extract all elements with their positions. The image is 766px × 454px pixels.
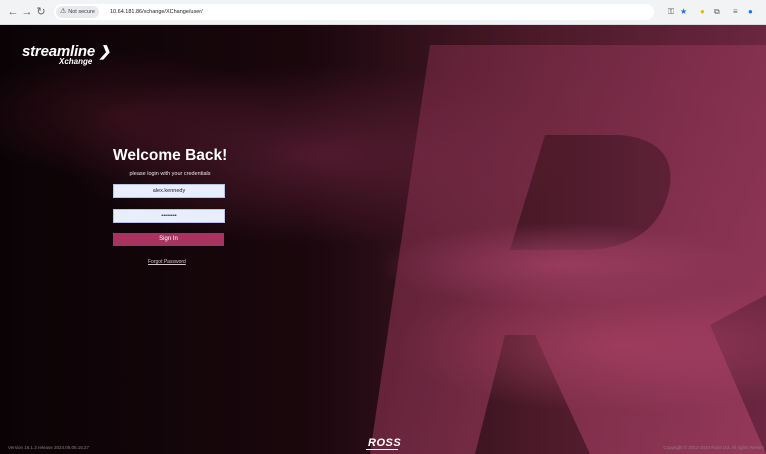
forgot-password-link[interactable]: Forgot Password <box>148 259 186 265</box>
bookmark-star-icon[interactable]: ★ <box>680 6 687 18</box>
warning-icon: ⚠ <box>60 8 67 15</box>
login-subtitle: please login with your credentials <box>129 171 211 177</box>
back-icon[interactable]: ← <box>6 5 20 19</box>
copyright-text: Copyright © 2012-2024 Ross Ltd. All righ… <box>663 445 764 450</box>
streamline-logo: streamline ❯ Xchange <box>22 43 111 66</box>
browser-toolbar: ← → ↻ ⚠ Not secure 10.64.181.86/xchange/X… <box>0 0 766 25</box>
username-field[interactable]: alex.kennedy <box>113 184 225 198</box>
password-field[interactable]: •••••••• <box>113 209 225 223</box>
logo-secondary: Xchange <box>59 57 93 66</box>
ross-logo-underline <box>366 449 398 450</box>
security-label: Not secure <box>68 9 95 15</box>
reload-icon[interactable]: ↻ <box>34 5 48 19</box>
version-text: Version 16.1.3 release 2024.06.05.15.27 <box>8 445 90 450</box>
key-icon[interactable]: ⚿ <box>668 6 674 18</box>
security-indicator[interactable]: ⚠ Not secure <box>56 6 99 18</box>
signin-button[interactable]: Sign In <box>113 233 224 246</box>
extension-icon[interactable]: ● <box>700 6 705 18</box>
logo-arrow-icon: ❯ <box>95 43 111 59</box>
login-page: streamline ❯ Xchange Welcome Back! pleas… <box>0 25 766 454</box>
queue-icon[interactable]: ≡ <box>733 6 738 18</box>
url-text[interactable]: 10.64.181.86/xchange/XChange/user/ <box>110 6 203 18</box>
puzzle-icon[interactable]: ⧉ <box>714 6 720 18</box>
welcome-title: Welcome Back! <box>113 147 228 164</box>
profile-icon[interactable]: ● <box>748 6 753 18</box>
forward-icon[interactable]: → <box>20 5 34 19</box>
ross-r-watermark <box>370 45 766 454</box>
login-form: Welcome Back! please login with your cre… <box>113 147 228 265</box>
ross-logo: ROSS <box>368 437 402 449</box>
